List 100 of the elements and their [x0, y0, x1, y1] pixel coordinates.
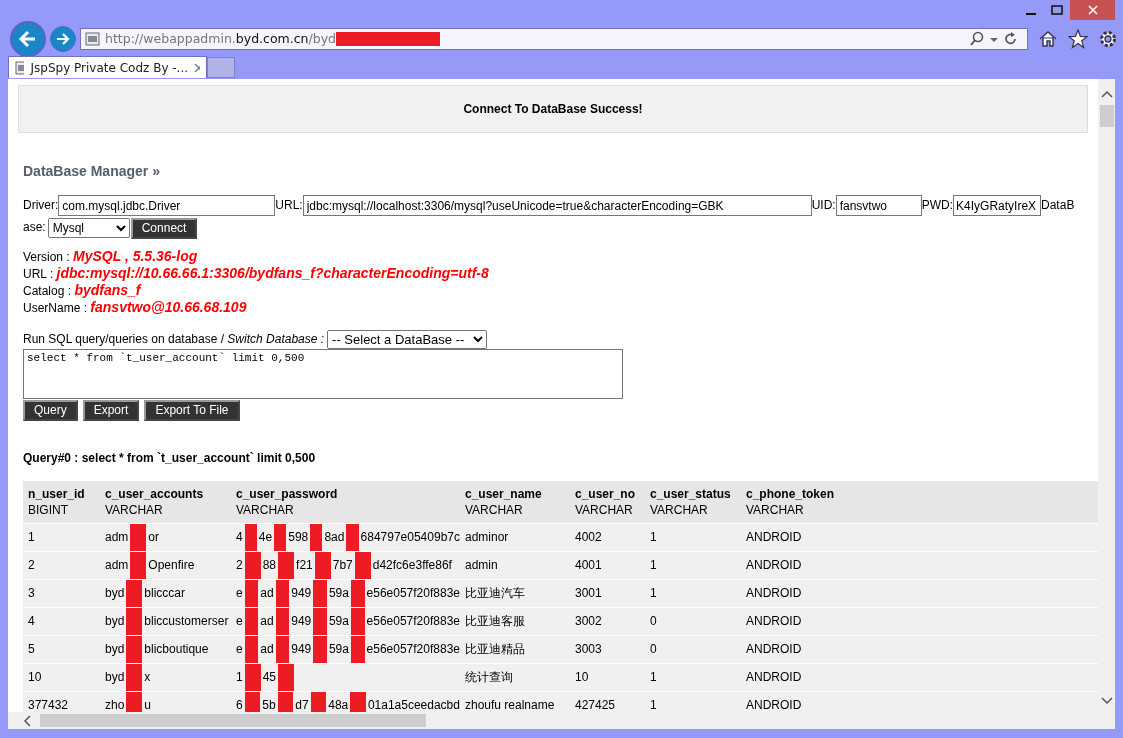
table-cell: 949 — [291, 586, 312, 601]
close-button[interactable] — [1070, 0, 1115, 20]
redaction-bar — [278, 551, 295, 579]
database-label: ase: — [23, 220, 46, 235]
table-cell: blicboutique — [144, 642, 209, 657]
uid-field[interactable]: fansvtwo — [835, 195, 922, 217]
password-field[interactable]: K4IyGRatyIreX — [953, 195, 1042, 217]
database-select[interactable]: Mysql — [47, 218, 130, 239]
redaction-bar — [313, 579, 327, 607]
table-cell: 6 — [236, 698, 243, 712]
table-cell: 2 — [28, 558, 35, 573]
table-cell: 4 — [236, 530, 243, 545]
search-icon[interactable] — [969, 30, 985, 47]
table-cell: blicccar — [144, 586, 186, 601]
column-type: VARCHAR — [236, 501, 295, 518]
table-cell: bliccustomerser — [144, 614, 229, 629]
column-type: BIGINT — [28, 501, 69, 518]
table-cell: 427425 — [575, 698, 616, 712]
redaction-bar — [275, 579, 290, 607]
browser-tab[interactable]: JspSpy Private Codz By -... — [8, 56, 207, 78]
redaction-bar — [274, 523, 287, 551]
info-label: UserName : — [23, 300, 87, 315]
table-cell: e56e057f20f883e — [366, 642, 460, 657]
star-icon[interactable] — [1068, 28, 1088, 49]
table-cell: e — [236, 614, 243, 629]
redaction-bar — [244, 523, 257, 551]
result-title: Query#0 : select * from `t_user_account` limit 0,500 — [23, 450, 317, 465]
redaction-bar — [244, 579, 259, 607]
action-button[interactable]: Query — [23, 399, 78, 421]
table-cell: 1 — [28, 530, 35, 545]
redaction-bar — [278, 663, 295, 691]
column-type: VARCHAR — [575, 501, 634, 518]
table-cell: ANDROID — [746, 614, 802, 629]
success-message: Connect To DataBase Success! — [463, 102, 643, 116]
table-cell: byd — [105, 642, 125, 657]
column-header: n_user_id — [28, 485, 86, 502]
database-switch-select[interactable]: -- Select a DataBase -- — [327, 329, 488, 349]
table-cell: byd — [105, 586, 125, 601]
sql-query-field[interactable]: select * from `t_user_account` limit 0,500 — [23, 348, 623, 399]
connect-button[interactable]: Connect — [130, 217, 198, 239]
table-cell: ad — [260, 642, 274, 657]
action-button[interactable]: Export — [82, 399, 140, 421]
settings-icon[interactable] — [1098, 28, 1118, 49]
redaction-bar — [130, 551, 147, 579]
back-button[interactable] — [10, 20, 46, 57]
url-label: URL: — [275, 198, 303, 212]
redaction-bar — [310, 691, 327, 712]
column-type: VARCHAR — [465, 501, 524, 518]
info-value: jdbc:mysql://10.66.66.1:3306/bydfans_f?characterEncoding=utf-8 — [56, 264, 489, 281]
redaction-bar — [277, 691, 294, 712]
url-text: http://webappadmin.byd.com.cn/byd — [105, 31, 336, 46]
redaction-bar — [244, 635, 259, 663]
tab-title: JspSpy Private Codz By -... — [30, 60, 189, 75]
table-cell: 10 — [28, 670, 42, 685]
maximize-icon — [1051, 4, 1063, 16]
vertical-scrollbar[interactable] — [1098, 79, 1115, 712]
sql-prompt: Run SQL query/queries on database / Switch Database : — [23, 332, 325, 347]
table-cell: ANDROID — [746, 670, 802, 685]
table-cell: 1 — [650, 530, 657, 545]
table-cell: 1 — [650, 670, 657, 685]
driver-field[interactable]: com.mysql.jdbc.Driver — [58, 195, 276, 217]
table-cell: u — [144, 698, 152, 712]
address-bar[interactable]: http://webappadmin.byd.com.cn/byd — [80, 27, 1028, 50]
info-value: bydfans_f — [74, 281, 141, 298]
redaction-bar — [126, 663, 143, 691]
table-cell: e — [236, 586, 243, 601]
info-value: fansvtwo@10.66.68.109 — [90, 298, 247, 315]
table-cell: 59a — [328, 614, 349, 629]
scroll-left-icon[interactable] — [22, 714, 32, 727]
table-cell: 949 — [291, 614, 312, 629]
table-cell: 45 — [262, 670, 277, 685]
table-cell: 10 — [575, 670, 589, 685]
redaction-bar — [130, 523, 147, 551]
forward-button[interactable] — [50, 25, 76, 52]
close-icon[interactable] — [194, 62, 200, 73]
uid-label: UID: — [811, 198, 836, 212]
table-cell: e56e057f20f883e — [366, 586, 460, 601]
table-cell: 1 — [650, 698, 657, 712]
redaction-bar — [313, 635, 327, 663]
action-button[interactable]: Export To File — [144, 399, 240, 421]
refresh-icon[interactable] — [1003, 30, 1019, 47]
redaction-bar — [126, 579, 143, 607]
table-cell: 377432 — [28, 698, 69, 712]
redaction-bar — [314, 551, 331, 579]
home-icon[interactable] — [1038, 28, 1058, 49]
url-field[interactable]: jdbc:mysql://localhost:3306/mysql?useUnicode=true&characterEncoding=GBK — [302, 195, 812, 217]
scrollbar-thumb[interactable] — [1099, 105, 1114, 127]
table-cell: zho — [105, 698, 125, 712]
scroll-up-icon[interactable] — [1100, 89, 1113, 99]
table-cell: adminor — [465, 530, 509, 545]
scroll-down-icon[interactable] — [1100, 696, 1113, 706]
scrollbar-thumb[interactable] — [40, 714, 426, 727]
redaction-bar — [275, 607, 290, 635]
redaction-bar — [244, 663, 261, 691]
table-cell: zhoufu realname — [465, 698, 555, 712]
table-cell: 统计查询 — [465, 668, 513, 686]
table-cell: 0 — [650, 642, 657, 657]
table-cell: 4 — [28, 614, 35, 629]
column-type: VARCHAR — [746, 501, 805, 518]
table-cell: 1 — [650, 586, 657, 601]
